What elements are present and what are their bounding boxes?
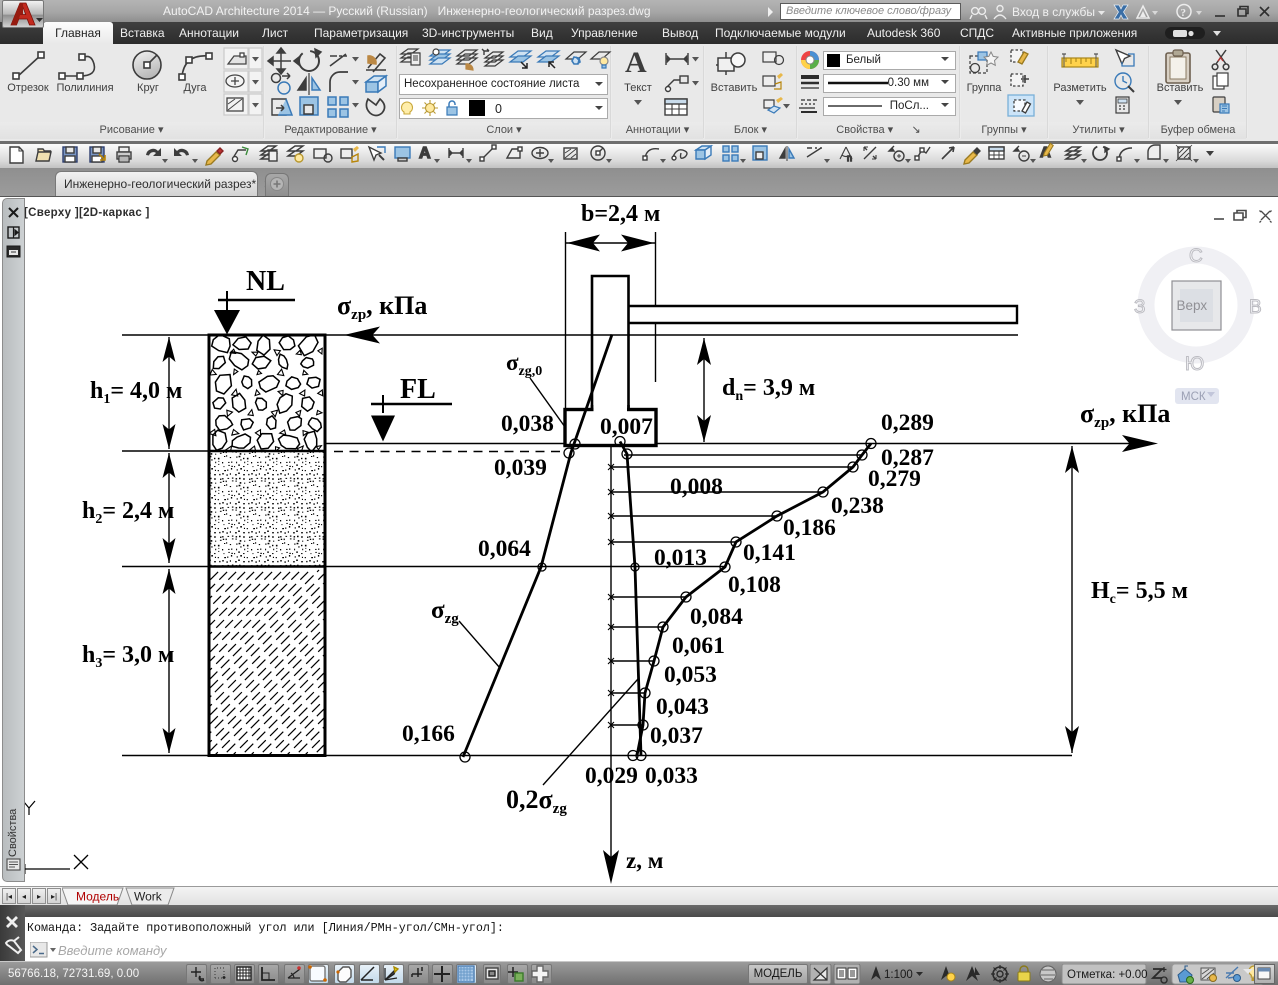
svg-text:В: В xyxy=(1249,297,1262,318)
svg-text:0: 0 xyxy=(495,102,502,116)
svg-text:Вход в службы: Вход в службы xyxy=(1012,5,1095,19)
svg-text:0,166: 0,166 xyxy=(402,721,455,747)
svg-text:Hc= 5,5 м: Hc= 5,5 м xyxy=(1091,578,1188,607)
svg-text:σzg: σzg xyxy=(431,597,459,627)
svg-text:h1= 4,0 м: h1= 4,0 м xyxy=(90,378,182,407)
svg-text:Верх: Верх xyxy=(1177,298,1208,313)
svg-text:Work: Work xyxy=(134,890,163,904)
svg-text:0,238: 0,238 xyxy=(831,493,884,519)
svg-text:Модель: Модель xyxy=(76,890,119,904)
svg-text:0,008: 0,008 xyxy=(670,474,723,500)
svg-text:NL: NL xyxy=(246,266,285,297)
svg-text:0,043: 0,043 xyxy=(656,694,709,720)
svg-text:0,038: 0,038 xyxy=(501,411,554,437)
svg-text:0,108: 0,108 xyxy=(728,572,781,598)
svg-text:0,007: 0,007 xyxy=(600,414,653,440)
svg-text:σzg,0: σzg,0 xyxy=(506,350,542,379)
svg-text:1:100: 1:100 xyxy=(884,969,913,981)
svg-text:0,084: 0,084 xyxy=(690,604,743,630)
svg-text:0,061: 0,061 xyxy=(672,633,725,659)
svg-text:0,289: 0,289 xyxy=(881,410,934,436)
svg-text:h2= 2,4 м: h2= 2,4 м xyxy=(82,498,174,527)
svg-text:n: n xyxy=(847,153,852,163)
svg-text:А: А xyxy=(625,46,647,79)
svg-text:С: С xyxy=(1189,246,1203,267)
svg-text:0,141: 0,141 xyxy=(743,540,796,566)
svg-text:З: З xyxy=(1134,297,1145,318)
svg-text:?: ? xyxy=(1181,7,1187,19)
svg-text:dn= 3,9 м: dn= 3,9 м xyxy=(722,375,815,404)
svg-text:Ю: Ю xyxy=(1185,354,1204,375)
svg-text:A: A xyxy=(419,145,431,162)
svg-text:Отметка: +0.00: Отметка: +0.00 xyxy=(1067,969,1148,981)
svg-text:0,279: 0,279 xyxy=(868,466,921,492)
svg-text:0,186: 0,186 xyxy=(783,515,836,541)
svg-text:0,2σzg: 0,2σzg xyxy=(506,785,567,817)
svg-text:0,013: 0,013 xyxy=(654,545,707,571)
svg-text:0,037: 0,037 xyxy=(650,723,703,749)
svg-text:FL: FL xyxy=(400,374,436,405)
svg-text:0,064: 0,064 xyxy=(478,536,531,562)
svg-text:МСК: МСК xyxy=(1181,391,1206,403)
svg-text:z, м: z, м xyxy=(626,848,663,873)
svg-text:σzp, кПа: σzp, кПа xyxy=(337,291,427,323)
svg-text:b=2,4 м: b=2,4 м xyxy=(581,201,660,227)
svg-text:0,029: 0,029 xyxy=(585,763,638,789)
svg-text:h3= 3,0 м: h3= 3,0 м xyxy=(82,642,174,671)
svg-text:0,039: 0,039 xyxy=(494,455,547,481)
svg-text:0,033: 0,033 xyxy=(645,763,698,789)
svg-text:0,053: 0,053 xyxy=(664,662,717,688)
